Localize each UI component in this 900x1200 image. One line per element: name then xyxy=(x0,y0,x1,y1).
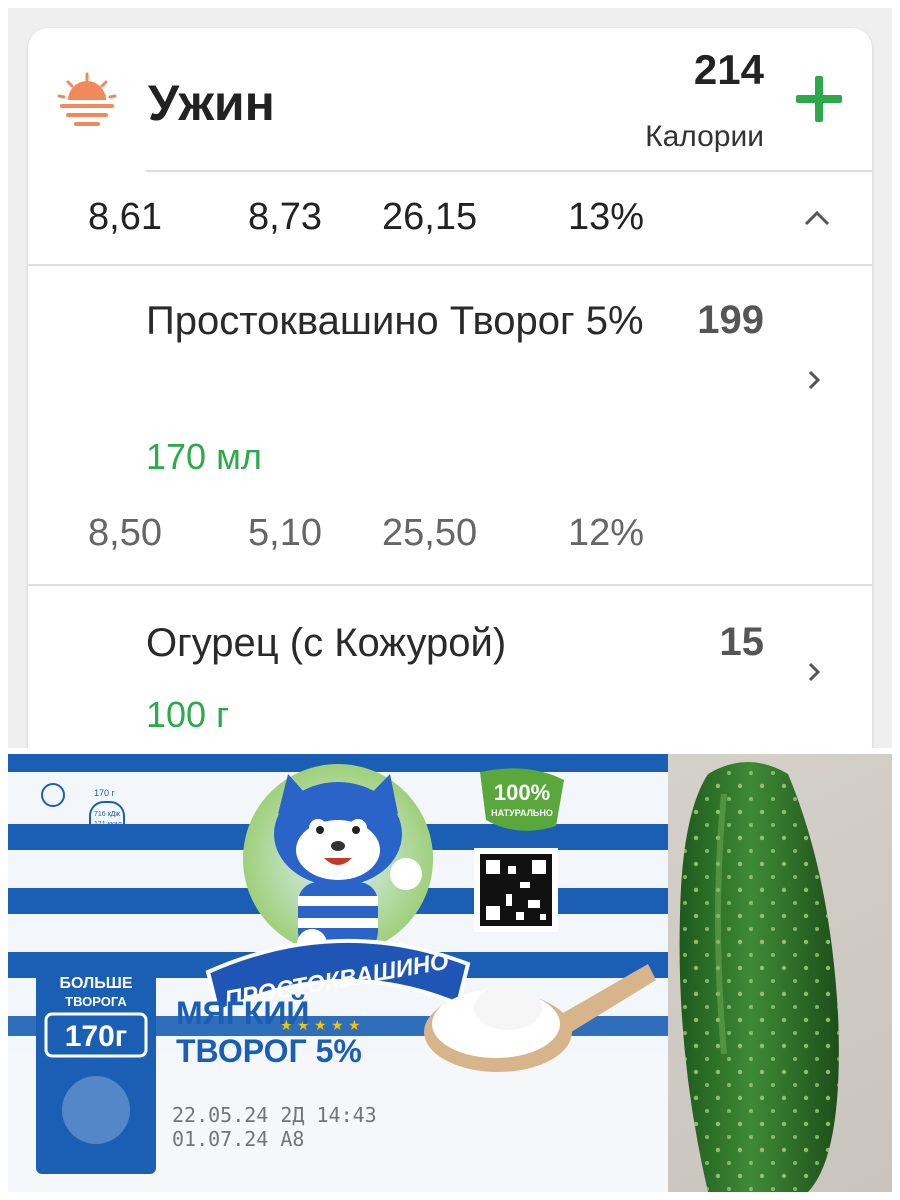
meal-card: Ужин 214 Калории 8,61 8,73 26,15 13% Про… xyxy=(28,28,872,748)
product-name-line1: МЯГКИЙ xyxy=(176,995,309,1031)
food-item-calories: 15 xyxy=(719,620,765,664)
app-screen: Ужин 214 Калории 8,61 8,73 26,15 13% Про… xyxy=(8,8,892,748)
svg-text:БОЛЬШЕ: БОЛЬШЕ xyxy=(59,975,132,992)
food-item-calories: 199 xyxy=(697,298,764,342)
chevron-up-icon[interactable] xyxy=(802,206,832,230)
summary-carbs: 26,15 xyxy=(382,196,478,238)
food-item-quantity: 170 мл xyxy=(146,436,262,477)
meal-calories: 214 xyxy=(693,46,764,93)
food-item-name: Простоквашино Творог 5% xyxy=(146,299,644,343)
item-carbs: 25,50 xyxy=(382,512,478,554)
summary-protein: 8,61 xyxy=(88,196,162,238)
item-divider xyxy=(28,584,872,586)
qr-code xyxy=(474,848,558,932)
summary-divider xyxy=(28,264,872,266)
photo-illustration: ПРОСТОКВАШИНО ★ ★ ★ ★ ★ 100% НАТУРАЛЬНО xyxy=(8,754,892,1192)
svg-text:170г: 170г xyxy=(65,1020,128,1053)
chevron-right-icon[interactable] xyxy=(804,660,824,684)
svg-text:170 г: 170 г xyxy=(94,788,116,798)
sunset-icon xyxy=(57,72,117,126)
meal-title: Ужин xyxy=(148,75,275,131)
svg-text:171 ккал: 171 ккал xyxy=(94,821,122,828)
svg-text:716 кДж: 716 кДж xyxy=(94,811,120,818)
food-item-macros: 8,50 5,10 25,50 12% xyxy=(28,512,872,562)
header-divider xyxy=(146,170,872,172)
meal-header[interactable]: Ужин 214 Калории xyxy=(28,28,872,170)
meal-macro-summary: 8,61 8,73 26,15 13% xyxy=(28,196,872,246)
product-name-line2: ТВОРОГ 5% xyxy=(176,1033,362,1069)
food-item-quantity: 100 г xyxy=(146,694,230,735)
svg-text:7%: 7% xyxy=(100,831,112,840)
cottage-cheese-package: ПРОСТОКВАШИНО ★ ★ ★ ★ ★ 100% НАТУРАЛЬНО xyxy=(8,754,668,1192)
summary-percent: 13% xyxy=(568,196,645,238)
add-food-button[interactable] xyxy=(794,74,844,124)
food-item-name: Огурец (с Кожурой) xyxy=(146,621,507,665)
item-percent: 12% xyxy=(568,512,645,554)
print-date-line2: 01.07.24 А8 xyxy=(172,1127,304,1151)
svg-text:ТВОРОГА: ТВОРОГА xyxy=(65,994,127,1009)
product-photo: ПРОСТОКВАШИНО ★ ★ ★ ★ ★ 100% НАТУРАЛЬНО xyxy=(8,754,892,1192)
chevron-right-icon[interactable] xyxy=(804,368,824,392)
print-date-line1: 22.05.24 2Д 14:43 xyxy=(172,1103,377,1127)
item-protein: 8,50 xyxy=(88,512,162,554)
summary-fat: 8,73 xyxy=(248,196,322,238)
item-fat: 5,10 xyxy=(248,512,322,554)
svg-text:НАТУРАЛЬНО: НАТУРАЛЬНО xyxy=(491,808,553,818)
svg-text:100%: 100% xyxy=(494,780,550,805)
meal-calories-label: Калории xyxy=(645,120,764,153)
